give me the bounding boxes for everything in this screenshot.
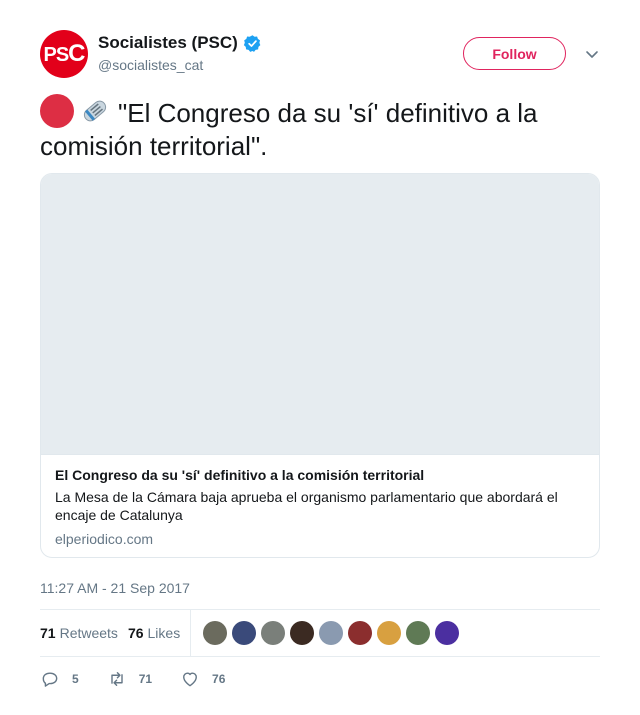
like-count: 76 (212, 672, 226, 686)
like-action[interactable]: 76 (180, 669, 225, 689)
heart-icon (183, 672, 198, 687)
retweets-label: Retweets (59, 625, 118, 641)
chevron-down-icon[interactable] (584, 46, 600, 62)
liker-avatar[interactable] (203, 621, 228, 645)
card-image[interactable] (41, 174, 599, 454)
card-body: El Congreso da su 'sí' definitivo a la c… (41, 454, 599, 557)
liker-avatar[interactable] (261, 621, 286, 645)
author-avatar[interactable]: PSC (40, 30, 88, 78)
retweet-icon (110, 672, 123, 686)
link-card[interactable]: El Congreso da su 'sí' definitivo a la c… (40, 173, 600, 558)
liker-avatar[interactable] (232, 621, 257, 645)
tweet-text: "El Congreso da su 'sí' definitivo a la … (40, 94, 600, 163)
likes-count: 76 (127, 625, 144, 641)
likes-stat[interactable]: 76 Likes (128, 625, 180, 641)
author-display-name[interactable]: Socialistes (PSC) (98, 33, 238, 53)
reply-count: 5 (72, 672, 79, 686)
tweet-actions: 5 71 76 (40, 657, 600, 701)
retweets-count: 71 (40, 625, 56, 641)
liker-avatar[interactable] (348, 621, 373, 645)
liker-avatar[interactable] (377, 621, 402, 645)
tweet-text-content: "El Congreso da su 'sí' definitivo a la … (40, 98, 538, 161)
retweet-action[interactable]: 71 (107, 669, 152, 689)
tweet-header: PSC Socialistes (PSC) @socialistes_cat F… (40, 30, 600, 80)
retweet-count: 71 (138, 672, 153, 686)
liker-avatar[interactable] (319, 621, 344, 645)
reply-action[interactable]: 5 (40, 669, 79, 689)
tweet: PSC Socialistes (PSC) @socialistes_cat F… (40, 30, 600, 701)
likes-label: Likes (147, 625, 181, 641)
liker-avatar[interactable] (435, 621, 460, 645)
author-handle[interactable]: @socialistes_cat (98, 57, 262, 73)
card-title: El Congreso da su 'sí' definitivo a la c… (55, 467, 425, 483)
liker-avatar[interactable] (406, 621, 431, 645)
liker-avatar[interactable] (290, 621, 315, 645)
tweet-timestamp[interactable]: 11:27 AM - 21 Sep 2017 (40, 580, 600, 596)
follow-button[interactable]: Follow (463, 37, 566, 70)
reply-icon (42, 672, 58, 687)
card-description: La Mesa de la Cámara baja aprueba el org… (55, 489, 558, 523)
verified-badge-icon (243, 34, 261, 52)
likers-avatars (203, 621, 460, 645)
tweet-stats: 71 Retweets 76 Likes (40, 609, 600, 657)
card-domain: elperiodico.com (55, 531, 154, 547)
retweets-stat[interactable]: 71 Retweets (40, 625, 118, 641)
author-names: Socialistes (PSC) @socialistes_cat (98, 33, 262, 73)
red-circle-icon (40, 94, 74, 128)
rolled-newspaper-icon (83, 100, 107, 122)
avatar-logo: PSC (43, 40, 85, 67)
stats-divider (190, 610, 192, 656)
